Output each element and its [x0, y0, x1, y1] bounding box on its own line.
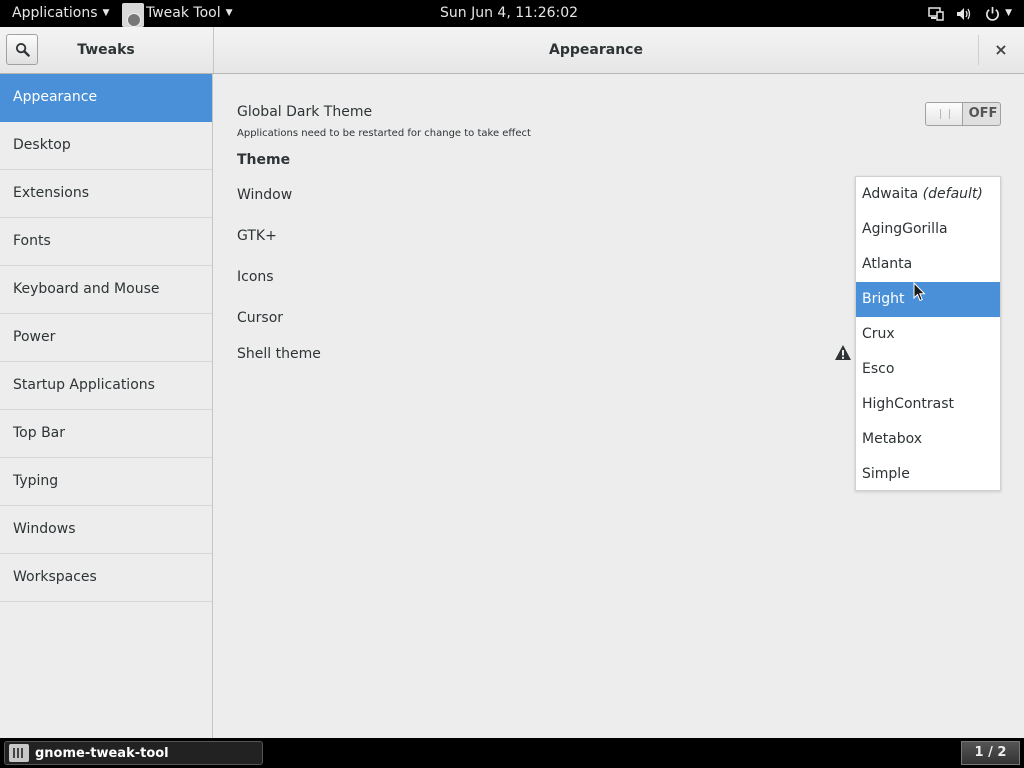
dark-theme-note: Applications need to be restarted for ch…	[237, 128, 531, 139]
sidebar-item-desktop[interactable]: Desktop	[0, 122, 212, 170]
sidebar-item-keyboard-and-mouse[interactable]: Keyboard and Mouse	[0, 266, 212, 314]
power-icon	[984, 6, 1000, 22]
status-menu[interactable]: ▼	[916, 0, 1012, 27]
close-icon: ×	[994, 40, 1008, 59]
close-separator	[978, 35, 979, 65]
app-menu[interactable]: Tweak Tool ▼	[122, 0, 233, 27]
sidebar-item-typing[interactable]: Typing	[0, 458, 212, 506]
switch-knob[interactable]	[926, 103, 963, 125]
header-bar: Tweaks Appearance ×	[0, 27, 1024, 74]
taskbar-window-label: gnome-tweak-tool	[35, 745, 169, 761]
sidebar-item-power[interactable]: Power	[0, 314, 212, 362]
clock[interactable]: Sun Jun 4, 11:26:02	[440, 0, 578, 27]
switch-state-label: OFF	[968, 106, 998, 121]
sidebar-item-workspaces[interactable]: Workspaces	[0, 554, 212, 602]
mouse-pointer-icon	[913, 282, 926, 302]
applications-menu[interactable]: Applications ▼	[12, 0, 109, 27]
search-icon	[15, 42, 30, 57]
shell-theme-label: Shell theme	[237, 346, 321, 362]
theme-option-esco[interactable]: Esco	[856, 352, 1000, 387]
sidebar-item-startup-applications[interactable]: Startup Applications	[0, 362, 212, 410]
bottom-panel: gnome-tweak-tool 1 / 2	[0, 738, 1024, 768]
theme-option-crux[interactable]: Crux	[856, 317, 1000, 352]
warning-icon	[835, 345, 851, 360]
gtk-theme-label: GTK+	[237, 228, 277, 244]
sidebar-item-fonts[interactable]: Fonts	[0, 218, 212, 266]
window-theme-dropdown-list: Adwaita (default) AgingGorilla Atlanta B…	[855, 176, 1001, 491]
window-theme-label: Window	[237, 187, 293, 203]
sidebar-item-appearance[interactable]: Appearance	[0, 74, 212, 122]
sidebar-item-windows[interactable]: Windows	[0, 506, 212, 554]
theme-heading: Theme	[237, 152, 291, 168]
theme-option-aginggorilla[interactable]: AgingGorilla	[856, 212, 1000, 247]
page-title: Appearance	[549, 42, 643, 58]
tweak-tool-window: Tweaks Appearance × Appearance Desktop E…	[0, 27, 1024, 738]
theme-option-adwaita[interactable]: Adwaita (default)	[856, 177, 1000, 212]
theme-option-bright[interactable]: Bright	[856, 282, 1000, 317]
network-icon	[928, 6, 944, 22]
theme-option-highcontrast[interactable]: HighContrast	[856, 387, 1000, 422]
chevron-down-icon: ▼	[1005, 8, 1012, 18]
icons-theme-label: Icons	[237, 269, 274, 285]
chevron-down-icon: ▼	[225, 8, 233, 18]
theme-option-atlanta[interactable]: Atlanta	[856, 247, 1000, 282]
theme-option-simple[interactable]: Simple	[856, 457, 1000, 492]
sidebar-item-top-bar[interactable]: Top Bar	[0, 410, 212, 458]
taskbar-window-button[interactable]: gnome-tweak-tool	[4, 741, 263, 765]
workspace-indicator[interactable]: 1 / 2	[961, 741, 1020, 765]
default-marker: (default)	[922, 186, 983, 202]
top-bar: Applications ▼ Tweak Tool ▼ Sun Jun 4, 1…	[0, 0, 1024, 27]
dark-theme-label: Global Dark Theme	[237, 104, 373, 120]
search-button[interactable]	[6, 34, 38, 65]
cursor-theme-label: Cursor	[237, 310, 284, 326]
volume-icon	[956, 6, 972, 22]
close-button[interactable]: ×	[988, 37, 1014, 63]
theme-option-metabox[interactable]: Metabox	[856, 422, 1000, 457]
sidebar-item-extensions[interactable]: Extensions	[0, 170, 212, 218]
dark-theme-switch[interactable]: OFF	[925, 102, 1001, 126]
tweak-tool-icon	[122, 2, 144, 27]
applications-label: Applications	[12, 5, 98, 21]
app-menu-label: Tweak Tool	[146, 5, 221, 21]
tweak-tool-icon	[9, 744, 29, 762]
sidebar: Appearance Desktop Extensions Fonts Keyb…	[0, 74, 213, 738]
theme-option-label: Adwaita	[862, 186, 919, 202]
chevron-down-icon: ▼	[102, 8, 110, 18]
